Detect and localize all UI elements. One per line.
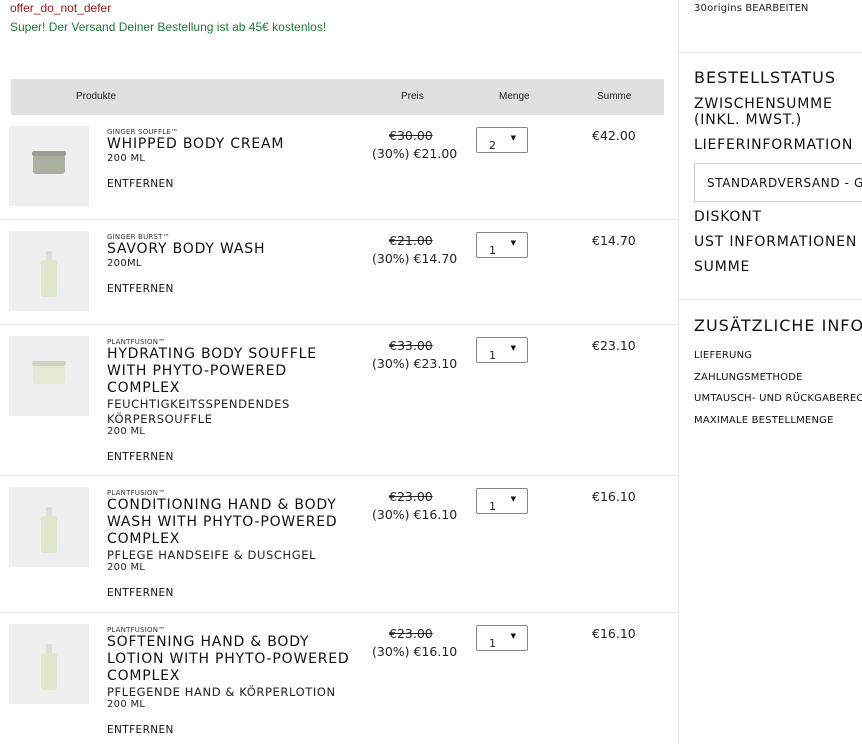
header-products: Produkte — [76, 91, 117, 102]
product-subtitle: FEUCHTIGKEITSSPENDENDES KÖRPERSOUFFLE — [107, 397, 290, 426]
product-name[interactable]: WHIPPED BODY CREAM — [107, 136, 357, 153]
discounted-price: (30%) €14.70 — [372, 251, 458, 266]
product-brand: PLANTFUSION™ — [107, 626, 166, 634]
quantity-select[interactable]: 1 ▼ — [476, 337, 528, 363]
product-image[interactable] — [9, 231, 89, 311]
product-size: 200 ML — [107, 153, 146, 164]
discounted-price: (30%) €23.10 — [372, 356, 458, 371]
product-brand: GINGER BURST™ — [107, 233, 170, 241]
cream-jar-icon — [33, 154, 65, 174]
quantity-value: 1 — [489, 637, 496, 650]
offer-code: offer_do_not_defer — [10, 1, 112, 15]
sidebar-separator — [678, 299, 862, 300]
product-image[interactable] — [9, 336, 89, 416]
info-link-delivery[interactable]: LIEFERUNG — [694, 350, 752, 361]
cart-row: GINGER BURST™ SAVORY BODY WASH 200ML ENT… — [0, 220, 678, 325]
header-price: Preis — [401, 91, 424, 102]
delivery-info-label: LIEFERINFORMATION — [694, 137, 854, 153]
product-image[interactable] — [9, 487, 89, 567]
chevron-down-icon: ▼ — [510, 344, 516, 352]
pump-bottle-icon — [41, 251, 57, 297]
edit-link[interactable]: BEARBEITEN — [745, 3, 808, 14]
discounted-price: (30%) €16.10 — [372, 507, 458, 522]
discount-label: DISKONT — [694, 209, 762, 225]
sidebar-separator — [678, 52, 862, 53]
cart-row: PLANTFUSION™ HYDRATING BODY SOUFFLE WITH… — [0, 325, 678, 476]
old-price: €23.00 — [389, 489, 433, 504]
cart-row: PLANTFUSION™ SOFTENING HAND & BODY LOTIO… — [0, 613, 678, 744]
quantity-value: 2 — [489, 139, 496, 152]
line-total: €14.70 — [592, 233, 636, 248]
cart-header: Produkte Preis Menge Summe — [11, 79, 664, 115]
product-subtitle: PFLEGE HANDSEIFE & DUSCHGEL — [107, 548, 317, 562]
shipping-method-value: STANDARDVERSAND - G — [707, 176, 862, 190]
line-total: €16.10 — [592, 626, 636, 641]
remove-button[interactable]: ENTFERNEN — [107, 724, 174, 736]
additional-info-title: ZUSÄTZLICHE INFO — [694, 316, 862, 335]
cart-row: GINGER SOUFFLE™ WHIPPED BODY CREAM 200 M… — [0, 115, 678, 220]
discounted-price: (30%) €16.10 — [372, 644, 458, 659]
order-status-title: BESTELLSTATUS — [694, 68, 836, 87]
product-size: 200ML — [107, 258, 142, 269]
remove-button[interactable]: ENTFERNEN — [107, 587, 174, 599]
info-link-payment[interactable]: ZAHLUNGSMETHODE — [694, 372, 803, 383]
product-image[interactable] — [9, 126, 89, 206]
sum-label: SUMME — [694, 259, 751, 275]
subtotal-label: ZWISCHENSUMME (INKL. MWST.) — [694, 96, 833, 128]
product-name[interactable]: HYDRATING BODY SOUFFLE WITH PHYTO-POWERE… — [107, 346, 357, 397]
product-size: 200 ML — [107, 426, 146, 437]
line-total: €23.10 — [592, 338, 636, 353]
product-brand: GINGER SOUFFLE™ — [107, 128, 179, 136]
product-brand: PLANTFUSION™ — [107, 338, 166, 346]
souffle-jar-icon — [33, 364, 65, 384]
pump-bottle-icon — [41, 644, 57, 690]
chevron-down-icon: ▼ — [510, 632, 516, 640]
quantity-select[interactable]: 1 ▼ — [476, 488, 528, 514]
free-shipping-note: Super! Der Versand Deiner Bestellung ist… — [10, 20, 327, 34]
quantity-select[interactable]: 1 ▼ — [476, 625, 528, 651]
quantity-value: 1 — [489, 349, 496, 362]
product-subtitle: PFLEGENDE HAND & KÖRPERLOTION — [107, 685, 336, 699]
quantity-value: 1 — [489, 244, 496, 257]
product-image[interactable] — [9, 624, 89, 704]
quantity-value: 1 — [489, 500, 496, 513]
chevron-down-icon: ▼ — [510, 495, 516, 503]
chevron-down-icon: ▼ — [510, 239, 516, 247]
pump-bottle-icon — [41, 507, 57, 553]
product-size: 200 ML — [107, 562, 146, 573]
header-total: Summe — [597, 91, 632, 102]
old-price: €30.00 — [389, 128, 433, 143]
info-link-max-quantity[interactable]: MAXIMALE BESTELLMENGE — [694, 415, 834, 426]
cart-table: Produkte Preis Menge Summe GINGER SOUFFL… — [0, 79, 678, 744]
remove-button[interactable]: ENTFERNEN — [107, 178, 174, 190]
quantity-select[interactable]: 1 ▼ — [476, 232, 528, 258]
line-total: €42.00 — [592, 128, 636, 143]
brand-edit-line: 30origins BEARBEITEN — [694, 3, 808, 14]
sidebar-divider — [678, 0, 679, 744]
shipping-method-select[interactable]: STANDARDVERSAND - G — [694, 163, 862, 202]
brand-name: 30origins — [694, 3, 743, 14]
remove-button[interactable]: ENTFERNEN — [107, 451, 174, 463]
product-brand: PLANTFUSION™ — [107, 489, 166, 497]
product-name[interactable]: SOFTENING HAND & BODY LOTION WITH PHYTO-… — [107, 634, 357, 685]
chevron-down-icon: ▼ — [510, 134, 516, 142]
header-quantity: Menge — [499, 91, 530, 102]
info-link-returns[interactable]: UMTAUSCH- UND RÜCKGABERECHT — [694, 393, 862, 404]
old-price: €23.00 — [389, 626, 433, 641]
vat-info-label: UST INFORMATIONEN — [694, 234, 858, 250]
product-size: 200 ML — [107, 699, 146, 710]
product-name[interactable]: CONDITIONING HAND & BODY WASH WITH PHYTO… — [107, 497, 357, 548]
cart-row: PLANTFUSION™ CONDITIONING HAND & BODY WA… — [0, 476, 678, 613]
remove-button[interactable]: ENTFERNEN — [107, 283, 174, 295]
quantity-select[interactable]: 2 ▼ — [476, 127, 528, 153]
line-total: €16.10 — [592, 489, 636, 504]
old-price: €21.00 — [389, 233, 433, 248]
discounted-price: (30%) €21.00 — [372, 146, 458, 161]
old-price: €33.00 — [389, 338, 433, 353]
product-name[interactable]: SAVORY BODY WASH — [107, 241, 357, 258]
